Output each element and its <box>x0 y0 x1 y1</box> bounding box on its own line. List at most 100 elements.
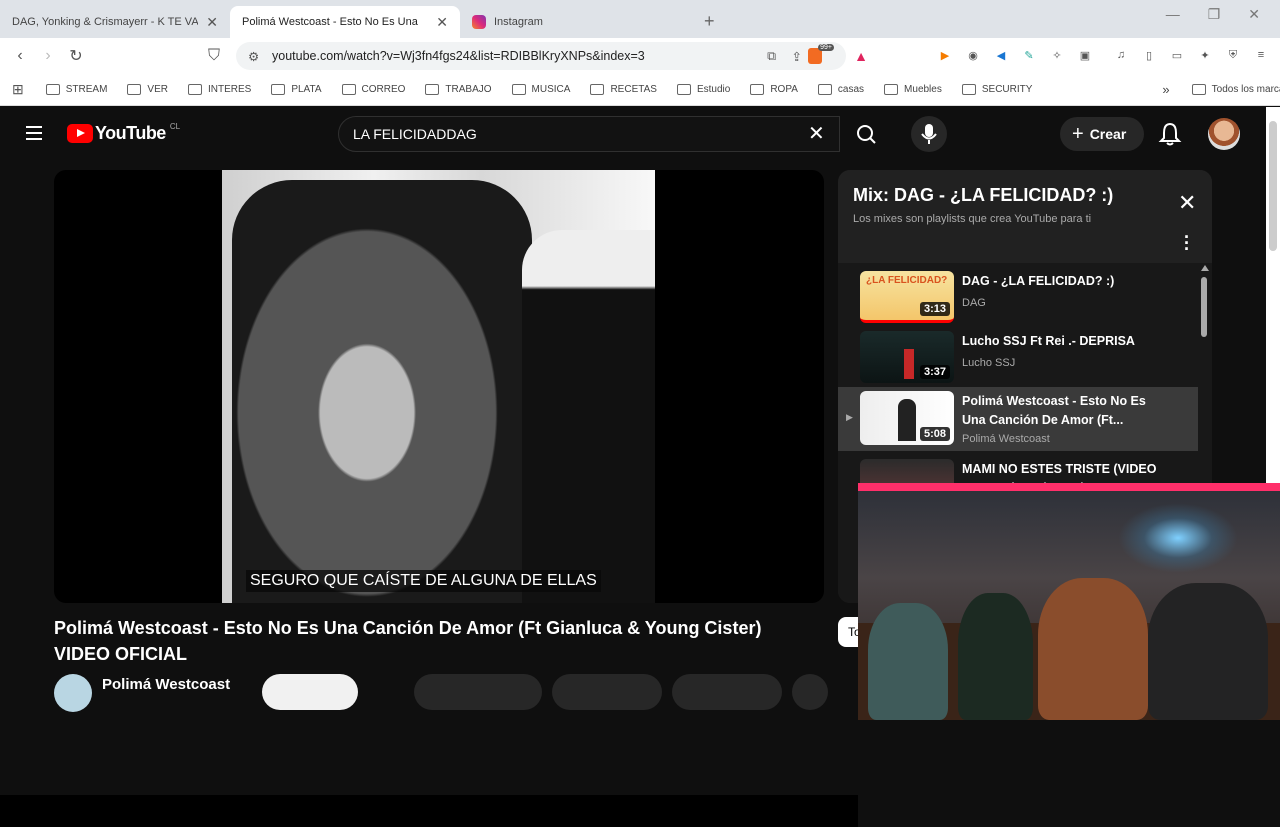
ai-icon[interactable]: ✦ <box>1196 46 1214 64</box>
bookmark-folder[interactable]: Muebles <box>884 84 942 95</box>
vpn-icon[interactable]: ⛨ <box>1224 46 1242 64</box>
bookmark-folder[interactable]: RECETAS <box>590 84 657 95</box>
sidebar-icon[interactable]: ▯ <box>1140 46 1158 64</box>
more-bookmarks-icon[interactable]: » <box>1162 82 1169 97</box>
item-channel: Polimá Westcoast <box>962 433 1050 445</box>
download-button[interactable] <box>672 674 782 710</box>
media-icon[interactable]: ▣ <box>1076 46 1094 64</box>
subscribe-button[interactable] <box>262 674 358 710</box>
url-text: youtube.com/watch?v=Wj3fn4fgs24&list=RDI… <box>272 49 645 63</box>
bookmark-label: STREAM <box>65 84 108 95</box>
picture-in-picture-video[interactable] <box>858 483 1280 720</box>
music-icon[interactable]: ♫ <box>1112 46 1130 64</box>
puzzle-icon[interactable]: ✧ <box>1048 46 1066 64</box>
playlist-item-current[interactable]: ▶ 5:08 Polimá Westcoast - Esto No Es Una… <box>838 387 1198 451</box>
video-thumbnail: ¿LA FELICIDAD? 3:13 <box>860 271 954 323</box>
bookmark-label: MUSICA <box>531 84 571 95</box>
minimize-icon[interactable]: — <box>1166 6 1180 23</box>
forward-icon[interactable]: › <box>34 47 62 65</box>
bookmark-folder[interactable]: MUSICA <box>511 84 571 95</box>
bookmark-icon[interactable]: ⛉ <box>200 47 228 65</box>
close-icon[interactable]: ✕ <box>206 14 218 31</box>
bookmark-folder[interactable]: casas <box>817 84 864 95</box>
apps-grid-icon[interactable]: ⊞ <box>12 81 24 98</box>
play-extension-icon[interactable]: ▶ <box>936 46 954 64</box>
site-info-icon[interactable]: ⚙ <box>248 49 259 64</box>
channel-avatar[interactable] <box>54 674 92 712</box>
notifications-bell-icon[interactable] <box>1158 121 1182 147</box>
all-bookmarks[interactable]: Todos los marcadores <box>1191 84 1280 95</box>
bookmark-folder[interactable]: INTERES <box>187 84 251 95</box>
wallet-icon[interactable]: ▭ <box>1168 46 1186 64</box>
now-playing-icon: ▶ <box>846 412 853 422</box>
close-window-icon[interactable]: ✕ <box>1248 6 1260 23</box>
logo-text: YouTube <box>95 123 166 143</box>
folder-icon <box>271 84 286 95</box>
bookmark-folder[interactable]: TRABAJO <box>425 84 492 95</box>
close-playlist-icon[interactable]: ✕ <box>1178 190 1196 216</box>
clear-search-icon[interactable]: ✕ <box>808 121 825 146</box>
like-dislike-button[interactable] <box>414 674 542 710</box>
bookmark-folder[interactable]: ROPA <box>750 84 798 95</box>
pip-light <box>1118 503 1238 573</box>
share-button[interactable] <box>552 674 662 710</box>
playlist-title[interactable]: Mix: DAG - ¿LA FELICIDAD? :) <box>853 185 1113 206</box>
mic-icon <box>921 124 937 144</box>
bookmark-folder[interactable]: STREAM <box>45 84 108 95</box>
new-tab-button[interactable]: + <box>690 11 729 38</box>
browser-tab-2[interactable]: Polimá Westcoast - Esto No Es Una ✕ <box>230 6 460 123</box>
bookmark-folder[interactable]: PLATA <box>271 84 322 95</box>
pip-top-strip <box>858 483 1280 491</box>
bookmark-folder[interactable]: SECURITY <box>961 84 1032 95</box>
duration: 3:37 <box>919 365 950 379</box>
browser-tab-3[interactable]: Instagram <box>460 6 690 38</box>
address-bar-row: ‹ › ↻ ⛉ ⚙ youtube.com/watch?v=Wj3fn4fgs2… <box>0 38 1280 74</box>
menu-icon[interactable]: ≡ <box>1252 46 1270 64</box>
brave-rewards-icon[interactable]: ▲ <box>854 48 868 64</box>
video-player[interactable]: SEGURO QUE CAÍSTE DE ALGUNA DE ELLAS <box>54 170 824 603</box>
folder-icon <box>1191 84 1206 95</box>
playlist-item[interactable]: ¿LA FELICIDAD? 3:13 DAG - ¿LA FELICIDAD?… <box>838 267 1198 327</box>
more-actions-button[interactable] <box>792 674 828 710</box>
search-button[interactable] <box>840 116 892 152</box>
back-icon[interactable]: ‹ <box>6 47 34 65</box>
bookmark-label: Todos los marcadores <box>1211 84 1280 95</box>
create-button[interactable]: + Crear <box>1060 117 1144 151</box>
more-options-icon[interactable]: · · · <box>1184 228 1190 258</box>
folder-icon <box>511 84 526 95</box>
scrollbar-thumb[interactable] <box>1269 121 1277 251</box>
camera-extension-icon[interactable]: ◉ <box>964 46 982 64</box>
caption-text: SEGURO QUE CAÍSTE DE ALGUNA DE ELLAS <box>246 570 601 592</box>
scroll-up-icon[interactable] <box>1201 265 1209 271</box>
video-thumbnail: 3:37 <box>860 331 954 383</box>
bookmark-label: CORREO <box>361 84 406 95</box>
bookmark-folder[interactable]: VER <box>127 84 168 95</box>
restore-icon[interactable]: ❐ <box>1208 6 1221 23</box>
tab-title: Instagram <box>494 16 543 28</box>
search-input[interactable]: LA FELICIDADDAG <box>338 116 840 152</box>
pip-person <box>1038 578 1148 720</box>
voice-search-button[interactable] <box>911 116 947 152</box>
share-icon[interactable]: ⇪ <box>792 49 802 64</box>
scrollbar-thumb[interactable] <box>1201 277 1207 337</box>
youtube-logo[interactable]: YouTube CL <box>67 122 180 144</box>
bookmark-folder[interactable]: Estudio <box>676 84 730 95</box>
channel-name[interactable]: Polimá Westcoast <box>102 676 230 693</box>
menu-icon[interactable] <box>26 126 42 140</box>
folder-icon <box>187 84 202 95</box>
close-icon[interactable]: ✕ <box>436 14 448 31</box>
url-field[interactable]: ⚙ youtube.com/watch?v=Wj3fn4fgs24&list=R… <box>236 42 868 70</box>
bookmark-folder[interactable]: CORREO <box>341 84 406 95</box>
account-avatar[interactable] <box>1208 118 1240 150</box>
duration: 3:13 <box>919 302 950 316</box>
translate-extension-icon[interactable]: ✎ <box>1020 46 1038 64</box>
video-person <box>522 230 655 603</box>
browser-tab-1[interactable]: DAG, Yonking & Crismayerr - K TE VAYA ✕ <box>0 6 230 123</box>
cast-icon[interactable]: ⧉ <box>767 49 776 64</box>
pip-person <box>1148 583 1268 720</box>
reload-icon[interactable]: ↻ <box>62 46 90 66</box>
filter-chip[interactable]: To <box>838 617 861 647</box>
playlist-header: Mix: DAG - ¿LA FELICIDAD? :) Los mixes s… <box>838 170 1212 263</box>
speaker-extension-icon[interactable]: ◀ <box>992 46 1010 64</box>
playlist-item[interactable]: 3:37 Lucho SSJ Ft Rei .- DEPRISA Lucho S… <box>838 327 1198 387</box>
